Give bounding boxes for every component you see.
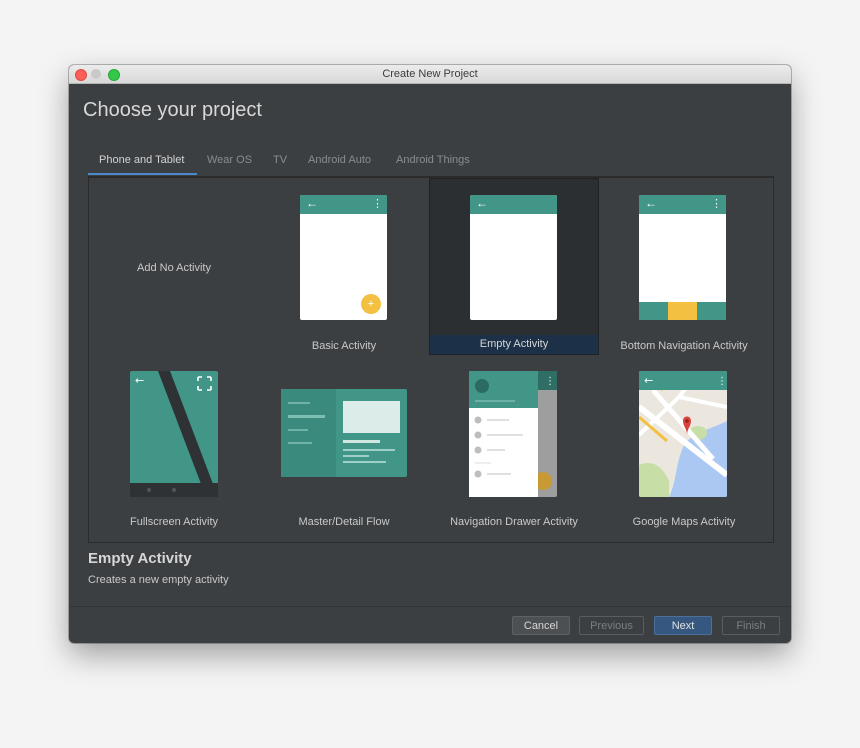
template-label: Fullscreen Activity (129, 516, 219, 528)
template-add-no-activity[interactable]: Add No Activity (89, 178, 259, 355)
description-text: Creates a new empty activity (88, 574, 229, 586)
bottom-nav-selected (668, 302, 697, 320)
template-label: Navigation Drawer Activity (450, 516, 578, 528)
description-title: Empty Activity (88, 550, 192, 567)
template-bottom-navigation-activity[interactable]: ← ⋮ Bottom Navigation Activity (599, 178, 769, 355)
app-bar: ← (470, 195, 557, 214)
overflow-menu-icon: ⋮ (711, 198, 722, 210)
tab-android-auto[interactable]: Android Auto (308, 154, 371, 166)
svg-text:⋮: ⋮ (717, 376, 727, 387)
back-arrow-icon: ← (306, 196, 318, 210)
overflow-menu-icon: ⋮ (372, 198, 383, 210)
page-title: Choose your project (83, 99, 262, 121)
template-label: Google Maps Activity (632, 516, 736, 528)
app-bar: ← ⋮ (639, 195, 726, 214)
finish-button[interactable]: Finish (722, 616, 780, 635)
cancel-button[interactable]: Cancel (512, 616, 570, 635)
title-bar: Create New Project (69, 65, 791, 84)
svg-text:⋮: ⋮ (545, 376, 555, 387)
template-navigation-drawer-activity[interactable]: ⋮ Navigation Drawer Activity (429, 359, 599, 536)
fullscreen-activity-preview: ← (130, 371, 218, 497)
navigation-drawer-preview: ⋮ (469, 371, 557, 497)
back-arrow-icon: ← (645, 196, 657, 210)
back-arrow-icon: ← (476, 196, 488, 210)
bottom-navigation-preview: ← ⋮ (639, 195, 726, 320)
next-button[interactable]: Next (654, 616, 712, 635)
svg-text:←: ← (135, 374, 144, 387)
template-label: Empty Activity (430, 335, 598, 354)
footer-divider (69, 606, 791, 607)
template-fullscreen-activity[interactable]: ← Fullscreen Activity (89, 359, 259, 536)
google-maps-preview: ← ⋮ (639, 371, 727, 497)
template-master-detail-flow[interactable]: Master/Detail Flow (259, 359, 429, 536)
empty-activity-preview: ← (470, 195, 557, 320)
previous-button[interactable]: Previous (579, 616, 644, 635)
bottom-nav-bar (639, 302, 726, 320)
svg-text:←: ← (644, 374, 653, 387)
tab-tv[interactable]: TV (273, 154, 287, 166)
template-grid: Add No Activity ← ⋮ + Basic Activity ← E… (88, 176, 774, 543)
fab-plus-icon: + (361, 294, 381, 314)
tab-wear-os[interactable]: Wear OS (207, 154, 252, 166)
basic-activity-preview: ← ⋮ + (300, 195, 387, 320)
app-bar: ← ⋮ (300, 195, 387, 214)
create-project-window: Create New Project Choose your project P… (69, 65, 791, 643)
tab-phone-and-tablet[interactable]: Phone and Tablet (99, 154, 184, 166)
master-detail-preview (281, 389, 407, 477)
template-google-maps-activity[interactable]: ← ⋮ Google Maps Activity (599, 359, 769, 536)
template-basic-activity[interactable]: ← ⋮ + Basic Activity (259, 178, 429, 355)
template-label: Master/Detail Flow (298, 516, 390, 528)
template-label: Basic Activity (311, 340, 377, 352)
tab-android-things[interactable]: Android Things (396, 154, 470, 166)
template-label: Bottom Navigation Activity (620, 340, 748, 352)
window-title: Create New Project (382, 68, 478, 80)
active-tab-indicator (88, 173, 197, 175)
template-empty-activity[interactable]: ← Empty Activity (429, 178, 599, 355)
template-label: Add No Activity (137, 262, 211, 274)
